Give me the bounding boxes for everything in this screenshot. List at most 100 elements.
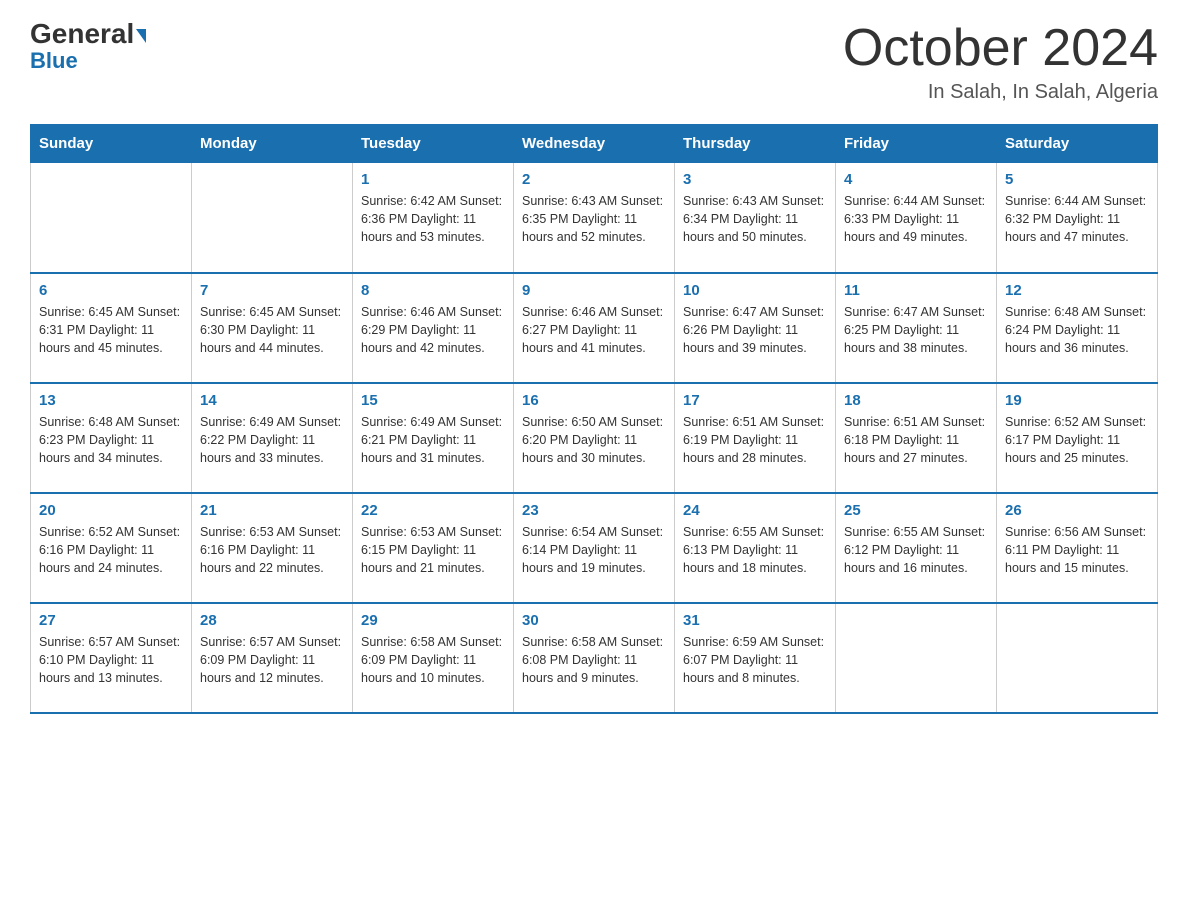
table-row — [836, 603, 997, 713]
day-number: 10 — [683, 282, 827, 299]
day-info: Sunrise: 6:58 AM Sunset: 6:09 PM Dayligh… — [361, 633, 505, 687]
day-number: 22 — [361, 502, 505, 519]
table-row: 3Sunrise: 6:43 AM Sunset: 6:34 PM Daylig… — [675, 163, 836, 273]
table-row: 17 Sunrise: 6:51 AM Sunset: 6:19 PM Dayli… — [675, 383, 836, 493]
day-info: Sunrise: 6:55 AM Sunset: 6:13 PM Dayligh… — [683, 523, 827, 577]
col-sunday: Sunday — [31, 125, 192, 163]
table-row — [192, 163, 353, 273]
day-info: Sunrise: 6:46 AM Sunset: 6:27 PM Dayligh… — [522, 303, 666, 357]
day-number: 26 — [1005, 502, 1149, 519]
day-number: 20 — [39, 502, 183, 519]
table-row: 20 Sunrise: 6:52 AM Sunset: 6:16 PM Dayli… — [31, 493, 192, 603]
day-number: 1 — [361, 171, 505, 188]
day-number: 12 — [1005, 282, 1149, 299]
table-row: 7 Sunrise: 6:45 AM Sunset: 6:30 PM Daylig… — [192, 273, 353, 383]
table-row: 2Sunrise: 6:43 AM Sunset: 6:35 PM Daylig… — [514, 163, 675, 273]
day-info: Sunrise: 6:42 AM Sunset: 6:36 PM Dayligh… — [361, 192, 505, 246]
day-info: Sunrise: 6:48 AM Sunset: 6:24 PM Dayligh… — [1005, 303, 1149, 357]
day-number: 11 — [844, 282, 988, 299]
day-number: 30 — [522, 612, 666, 629]
table-row: 27 Sunrise: 6:57 AM Sunset: 6:10 PM Dayli… — [31, 603, 192, 713]
day-info: Sunrise: 6:45 AM Sunset: 6:31 PM Dayligh… — [39, 303, 183, 357]
day-number: 9 — [522, 282, 666, 299]
calendar-week-row: 13 Sunrise: 6:48 AM Sunset: 6:23 PM Dayli… — [31, 383, 1158, 493]
day-number: 25 — [844, 502, 988, 519]
day-info: Sunrise: 6:51 AM Sunset: 6:18 PM Dayligh… — [844, 413, 988, 467]
day-info: Sunrise: 6:51 AM Sunset: 6:19 PM Dayligh… — [683, 413, 827, 467]
day-info: Sunrise: 6:48 AM Sunset: 6:23 PM Dayligh… — [39, 413, 183, 467]
day-number: 6 — [39, 282, 183, 299]
day-number: 18 — [844, 392, 988, 409]
col-tuesday: Tuesday — [353, 125, 514, 163]
table-row: 31Sunrise: 6:59 AM Sunset: 6:07 PM Dayli… — [675, 603, 836, 713]
day-number: 27 — [39, 612, 183, 629]
day-info: Sunrise: 6:52 AM Sunset: 6:17 PM Dayligh… — [1005, 413, 1149, 467]
day-info: Sunrise: 6:53 AM Sunset: 6:16 PM Dayligh… — [200, 523, 344, 577]
calendar-week-row: 20 Sunrise: 6:52 AM Sunset: 6:16 PM Dayli… — [31, 493, 1158, 603]
table-row: 5 Sunrise: 6:44 AM Sunset: 6:32 PM Daylig… — [997, 163, 1158, 273]
calendar-week-row: 6 Sunrise: 6:45 AM Sunset: 6:31 PM Daylig… — [31, 273, 1158, 383]
day-info: Sunrise: 6:44 AM Sunset: 6:32 PM Dayligh… — [1005, 192, 1149, 246]
month-title: October 2024 — [843, 20, 1158, 77]
day-number: 5 — [1005, 171, 1149, 188]
table-row — [997, 603, 1158, 713]
day-number: 13 — [39, 392, 183, 409]
day-number: 4 — [844, 171, 988, 188]
col-saturday: Saturday — [997, 125, 1158, 163]
table-row: 23Sunrise: 6:54 AM Sunset: 6:14 PM Dayli… — [514, 493, 675, 603]
table-row: 15Sunrise: 6:49 AM Sunset: 6:21 PM Dayli… — [353, 383, 514, 493]
day-info: Sunrise: 6:58 AM Sunset: 6:08 PM Dayligh… — [522, 633, 666, 687]
table-row: 13 Sunrise: 6:48 AM Sunset: 6:23 PM Dayli… — [31, 383, 192, 493]
table-row — [31, 163, 192, 273]
location-subtitle: In Salah, In Salah, Algeria — [843, 81, 1158, 104]
table-row: 9 Sunrise: 6:46 AM Sunset: 6:27 PM Daylig… — [514, 273, 675, 383]
logo-blue: Blue — [30, 48, 78, 74]
logo-general: General — [30, 20, 146, 48]
col-wednesday: Wednesday — [514, 125, 675, 163]
day-info: Sunrise: 6:53 AM Sunset: 6:15 PM Dayligh… — [361, 523, 505, 577]
table-row: 22 Sunrise: 6:53 AM Sunset: 6:15 PM Dayli… — [353, 493, 514, 603]
day-info: Sunrise: 6:54 AM Sunset: 6:14 PM Dayligh… — [522, 523, 666, 577]
table-row: 19 Sunrise: 6:52 AM Sunset: 6:17 PM Dayli… — [997, 383, 1158, 493]
day-info: Sunrise: 6:47 AM Sunset: 6:26 PM Dayligh… — [683, 303, 827, 357]
day-number: 2 — [522, 171, 666, 188]
day-info: Sunrise: 6:57 AM Sunset: 6:09 PM Dayligh… — [200, 633, 344, 687]
table-row: 1 Sunrise: 6:42 AM Sunset: 6:36 PM Daylig… — [353, 163, 514, 273]
calendar-table: Sunday Monday Tuesday Wednesday Thursday… — [30, 124, 1158, 714]
day-number: 19 — [1005, 392, 1149, 409]
table-row: 30 Sunrise: 6:58 AM Sunset: 6:08 PM Dayli… — [514, 603, 675, 713]
calendar-week-row: 1 Sunrise: 6:42 AM Sunset: 6:36 PM Daylig… — [31, 163, 1158, 273]
table-row: 21 Sunrise: 6:53 AM Sunset: 6:16 PM Dayli… — [192, 493, 353, 603]
table-row: 10 Sunrise: 6:47 AM Sunset: 6:26 PM Dayli… — [675, 273, 836, 383]
day-info: Sunrise: 6:44 AM Sunset: 6:33 PM Dayligh… — [844, 192, 988, 246]
table-row: 26 Sunrise: 6:56 AM Sunset: 6:11 PM Dayli… — [997, 493, 1158, 603]
day-number: 24 — [683, 502, 827, 519]
table-row: 28Sunrise: 6:57 AM Sunset: 6:09 PM Dayli… — [192, 603, 353, 713]
day-info: Sunrise: 6:49 AM Sunset: 6:22 PM Dayligh… — [200, 413, 344, 467]
day-info: Sunrise: 6:49 AM Sunset: 6:21 PM Dayligh… — [361, 413, 505, 467]
day-info: Sunrise: 6:52 AM Sunset: 6:16 PM Dayligh… — [39, 523, 183, 577]
day-info: Sunrise: 6:57 AM Sunset: 6:10 PM Dayligh… — [39, 633, 183, 687]
day-info: Sunrise: 6:45 AM Sunset: 6:30 PM Dayligh… — [200, 303, 344, 357]
col-friday: Friday — [836, 125, 997, 163]
day-number: 17 — [683, 392, 827, 409]
table-row: 6 Sunrise: 6:45 AM Sunset: 6:31 PM Daylig… — [31, 273, 192, 383]
day-number: 7 — [200, 282, 344, 299]
table-row: 14 Sunrise: 6:49 AM Sunset: 6:22 PM Dayli… — [192, 383, 353, 493]
calendar-header-row: Sunday Monday Tuesday Wednesday Thursday… — [31, 125, 1158, 163]
table-row: 24 Sunrise: 6:55 AM Sunset: 6:13 PM Dayli… — [675, 493, 836, 603]
day-info: Sunrise: 6:46 AM Sunset: 6:29 PM Dayligh… — [361, 303, 505, 357]
day-number: 3 — [683, 171, 827, 188]
table-row: 16Sunrise: 6:50 AM Sunset: 6:20 PM Dayli… — [514, 383, 675, 493]
day-info: Sunrise: 6:59 AM Sunset: 6:07 PM Dayligh… — [683, 633, 827, 687]
table-row: 12 Sunrise: 6:48 AM Sunset: 6:24 PM Dayli… — [997, 273, 1158, 383]
day-number: 21 — [200, 502, 344, 519]
table-row: 11 Sunrise: 6:47 AM Sunset: 6:25 PM Dayli… — [836, 273, 997, 383]
day-number: 14 — [200, 392, 344, 409]
day-info: Sunrise: 6:56 AM Sunset: 6:11 PM Dayligh… — [1005, 523, 1149, 577]
day-info: Sunrise: 6:47 AM Sunset: 6:25 PM Dayligh… — [844, 303, 988, 357]
col-thursday: Thursday — [675, 125, 836, 163]
table-row: 25Sunrise: 6:55 AM Sunset: 6:12 PM Dayli… — [836, 493, 997, 603]
table-row: 8Sunrise: 6:46 AM Sunset: 6:29 PM Daylig… — [353, 273, 514, 383]
title-block: October 2024 In Salah, In Salah, Algeria — [843, 20, 1158, 104]
